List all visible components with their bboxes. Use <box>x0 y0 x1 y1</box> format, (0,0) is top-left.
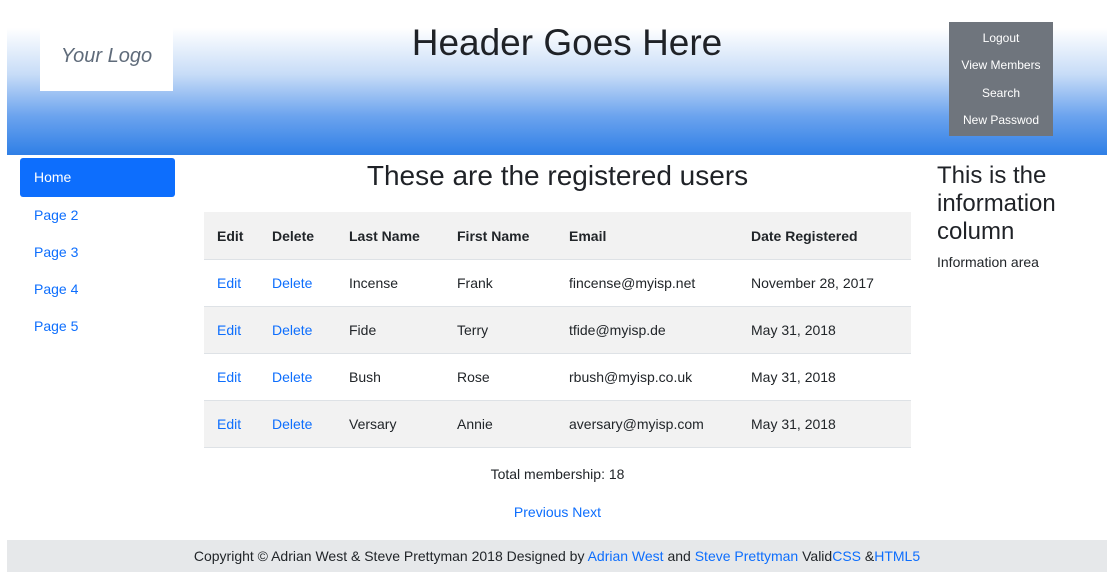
first-name-cell: Frank <box>444 259 556 307</box>
edit-cell: Edit <box>204 306 259 354</box>
delete-link[interactable]: Delete <box>272 322 312 338</box>
delete-link[interactable]: Delete <box>272 416 312 432</box>
users-table: Edit Delete Last Name First Name Email D… <box>204 212 911 448</box>
last-name-cell: Fide <box>336 306 444 354</box>
delete-cell: Delete <box>259 353 336 401</box>
edit-cell: Edit <box>204 353 259 401</box>
column-header-email: Email <box>556 212 738 260</box>
delete-link[interactable]: Delete <box>272 275 312 291</box>
previous-link[interactable]: Previous <box>514 504 568 520</box>
column-header-date-registered: Date Registered <box>738 212 911 260</box>
logout-link[interactable]: Logout <box>983 30 1020 46</box>
total-membership: Total membership: 18 <box>490 466 625 482</box>
search-link[interactable]: Search <box>982 85 1020 101</box>
author-link-adrian-west[interactable]: Adrian West <box>588 548 664 564</box>
footer-and-text: and <box>667 548 691 564</box>
edit-cell: Edit <box>204 400 259 448</box>
email-cell: rbush@myisp.co.uk <box>556 353 738 401</box>
information-column: This is the information column Informati… <box>937 162 1097 270</box>
first-name-cell: Rose <box>444 353 556 401</box>
footer-valid-text: Valid <box>802 548 833 564</box>
first-name-cell: Annie <box>444 400 556 448</box>
footer-ampersand: & <box>864 548 875 564</box>
table-row: Edit Delete Bush Rose rbush@myisp.co.uk … <box>204 353 911 401</box>
table-row: Edit Delete Incense Frank fincense@myisp… <box>204 259 911 307</box>
table-row: Edit Delete Versary Annie aversary@myisp… <box>204 400 911 448</box>
last-name-cell: Incense <box>336 259 444 307</box>
delete-link[interactable]: Delete <box>272 369 312 385</box>
view-members-link[interactable]: View Members <box>961 57 1040 73</box>
copyright-text: Copyright © Adrian West & Steve Prettyma… <box>193 548 585 564</box>
delete-cell: Delete <box>259 306 336 354</box>
delete-cell: Delete <box>259 400 336 448</box>
nav-item-page-4[interactable]: Page 4 <box>20 271 175 308</box>
header-menu: Logout View Members Search New Passwod <box>949 22 1053 136</box>
nav-item-page-3[interactable]: Page 3 <box>20 234 175 271</box>
email-cell: aversary@myisp.com <box>556 400 738 448</box>
site-logo[interactable]: Your Logo <box>40 21 173 91</box>
edit-link[interactable]: Edit <box>217 275 241 291</box>
table-row: Edit Delete Fide Terry tfide@myisp.de Ma… <box>204 306 911 354</box>
nav-item-page-2[interactable]: Page 2 <box>20 197 175 234</box>
page-title: These are the registered users <box>366 160 749 191</box>
column-header-first-name: First Name <box>444 212 556 260</box>
sidebar-nav: Home Page 2 Page 3 Page 4 Page 5 <box>20 158 175 345</box>
date-registered-cell: November 28, 2017 <box>738 259 911 307</box>
table-header-row: Edit Delete Last Name First Name Email D… <box>204 212 911 260</box>
email-cell: tfide@myisp.de <box>556 306 738 354</box>
pagination: Previous Next <box>200 504 915 520</box>
information-column-title: This is the information column <box>937 162 1056 245</box>
last-name-cell: Versary <box>336 400 444 448</box>
delete-cell: Delete <box>259 259 336 307</box>
column-header-delete: Delete <box>259 212 336 260</box>
column-header-last-name: Last Name <box>336 212 444 260</box>
last-name-cell: Bush <box>336 353 444 401</box>
nav-item-home[interactable]: Home <box>20 158 175 197</box>
edit-link[interactable]: Edit <box>217 416 241 432</box>
date-registered-cell: May 31, 2018 <box>738 400 911 448</box>
date-registered-cell: May 31, 2018 <box>738 306 911 354</box>
nav-item-page-5[interactable]: Page 5 <box>20 308 175 345</box>
email-cell: fincense@myisp.net <box>556 259 738 307</box>
new-password-link[interactable]: New Passwod <box>963 112 1039 128</box>
edit-link[interactable]: Edit <box>217 369 241 385</box>
edit-cell: Edit <box>204 259 259 307</box>
page-footer: Copyright © Adrian West & Steve Prettyma… <box>7 540 1107 572</box>
page-header: Your Logo Header Goes Here Logout View M… <box>7 0 1107 155</box>
column-header-edit: Edit <box>204 212 259 260</box>
edit-link[interactable]: Edit <box>217 322 241 338</box>
css-validator-link[interactable]: CSS <box>832 548 861 564</box>
author-link-steve-prettyman[interactable]: Steve Prettyman <box>695 548 799 564</box>
information-area-text: Information area <box>937 254 1039 270</box>
next-link[interactable]: Next <box>572 504 601 520</box>
date-registered-cell: May 31, 2018 <box>738 353 911 401</box>
first-name-cell: Terry <box>444 306 556 354</box>
header-title: Header Goes Here <box>411 22 723 63</box>
html5-validator-link[interactable]: HTML5 <box>874 548 920 564</box>
